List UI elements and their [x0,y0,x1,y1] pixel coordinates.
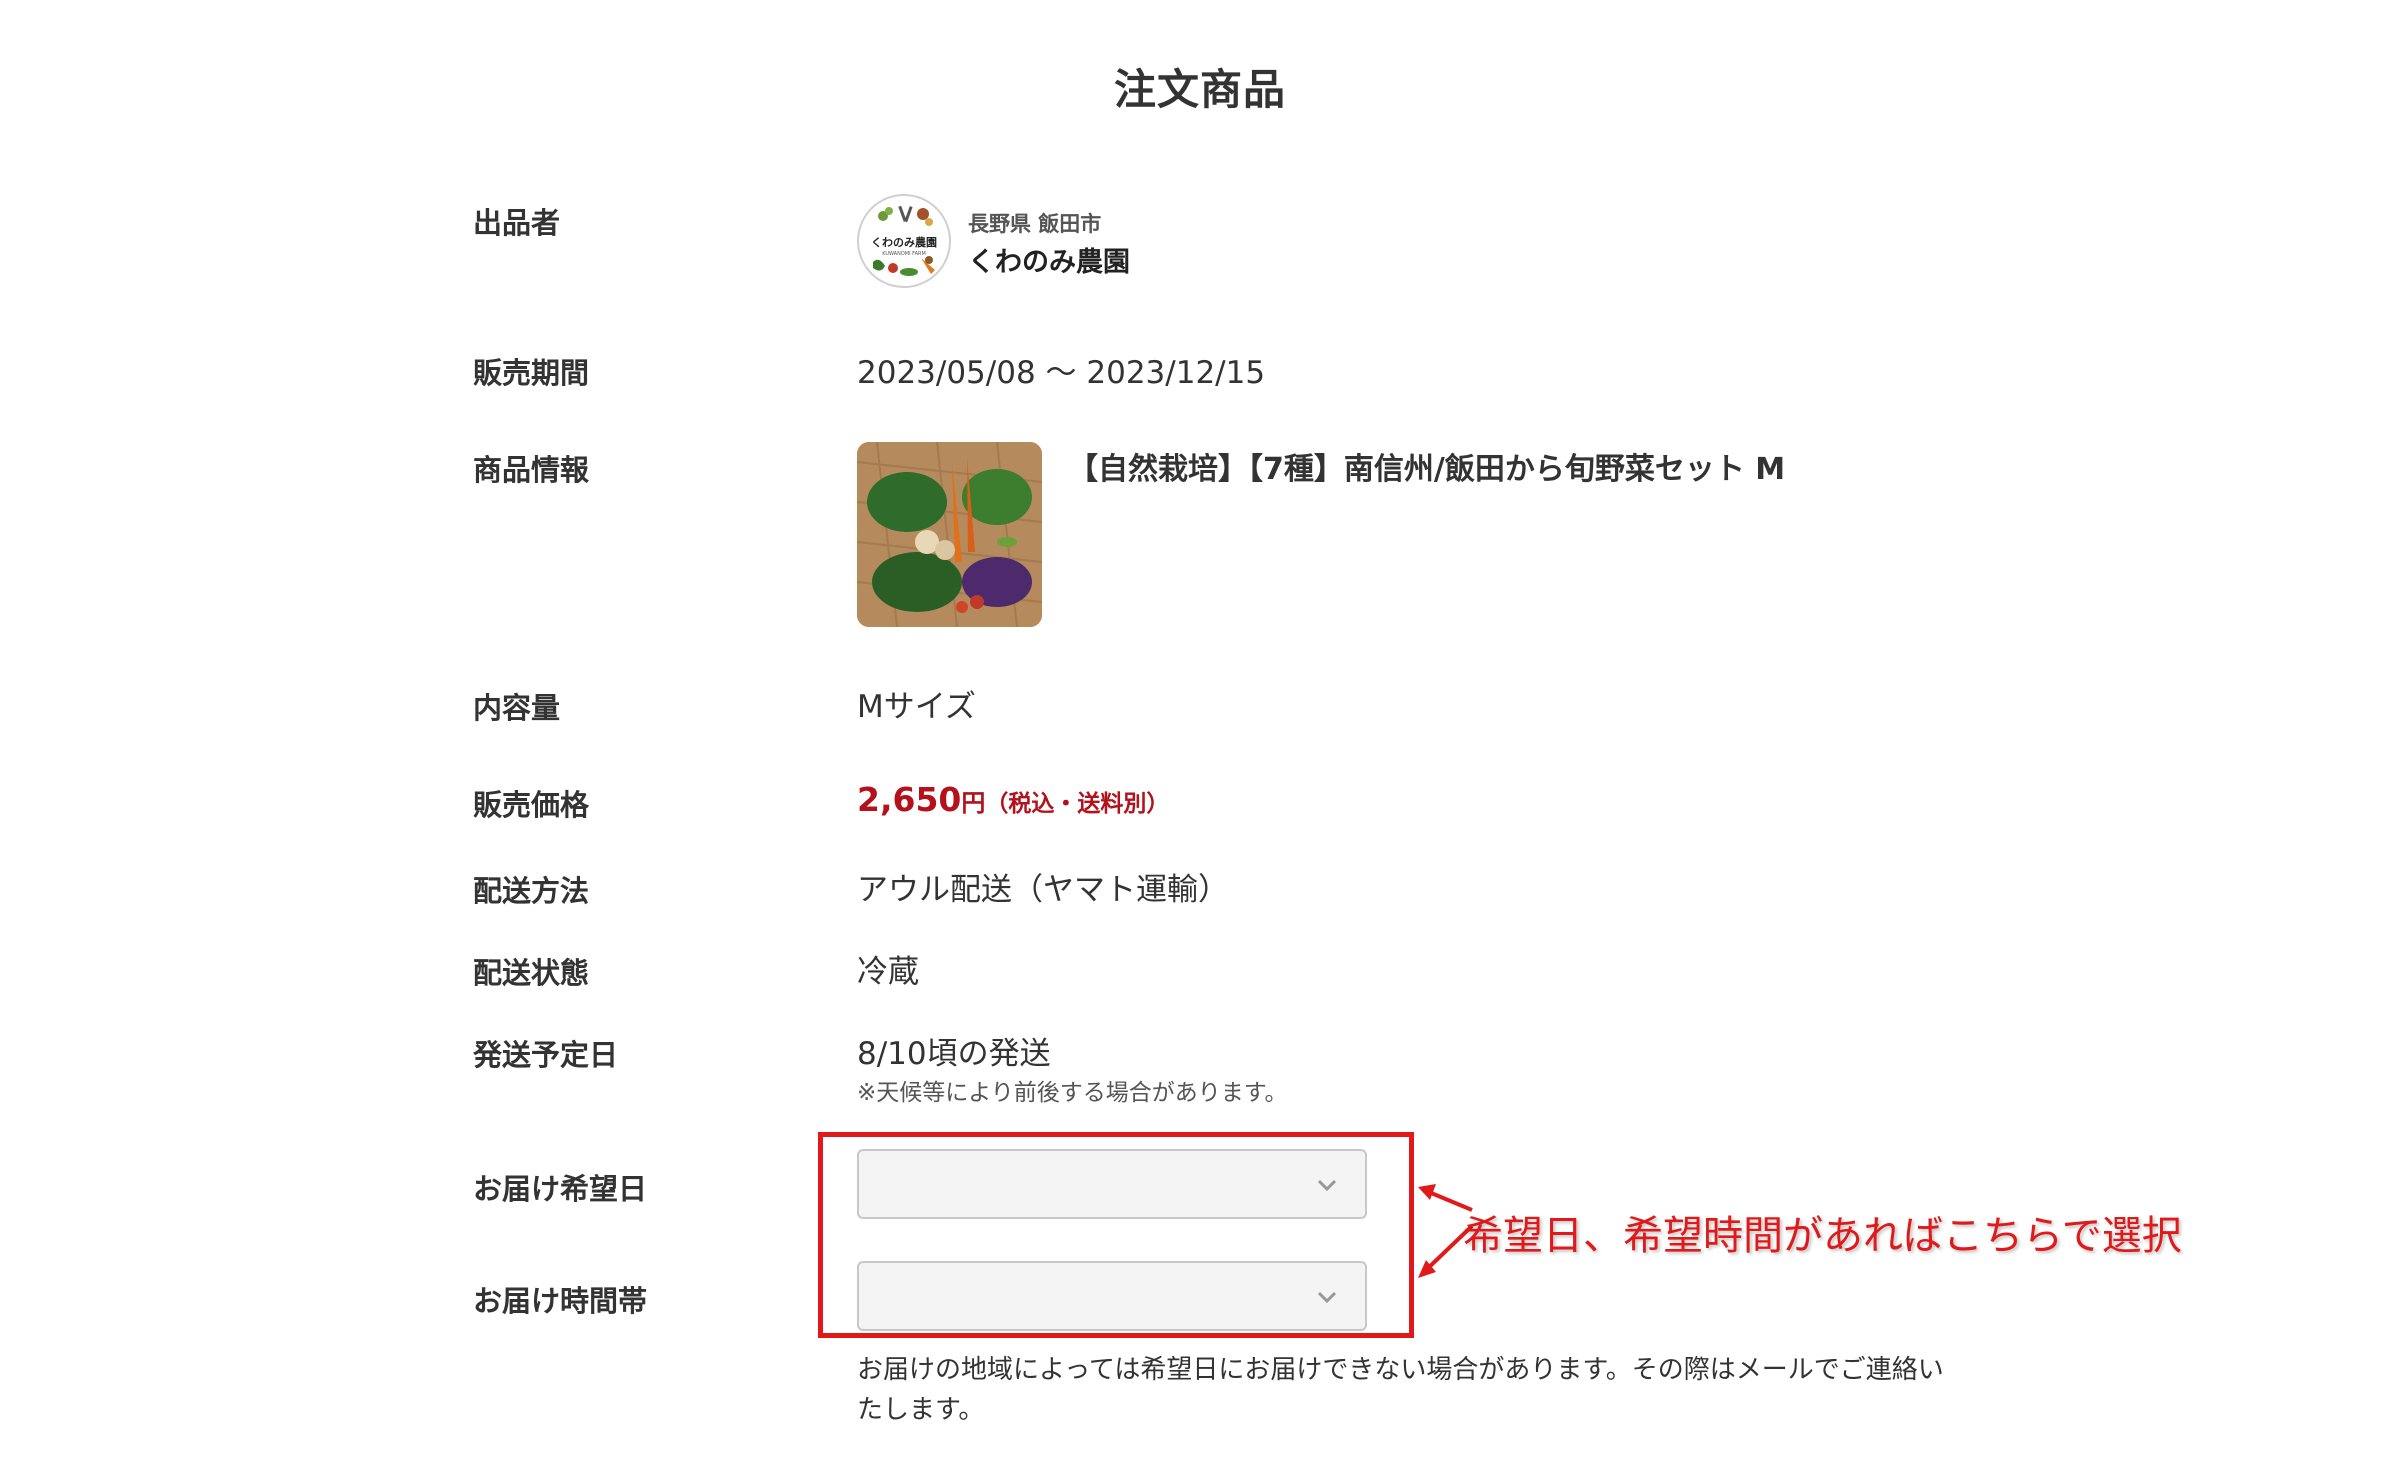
seller-region: 長野県 飯田市 [968,212,1102,236]
delivery-footnote: お届けの地域によっては希望日にお届けできない場合があります。その際はメールでご連… [857,1355,1944,1425]
quantity-value: Mサイズ [857,689,976,725]
product-info-label: 商品情報 [473,453,590,487]
price-tax-note: （税込・送料別） [985,791,1170,817]
price-amount: 2,650 [857,780,962,819]
quantity-label: 内容量 [473,691,561,725]
page-title: 注文商品 [1113,65,1286,114]
product-image[interactable] [857,442,1042,627]
price-label: 販売価格 [473,788,590,822]
delivery-time-label: お届け時間帯 [473,1284,648,1318]
farm-logo-graphic: くわのみ農園 KUWANOMI FARM [860,197,948,285]
price-unit: 円 [961,789,986,817]
price-value: 2,650円（税込・送料別） [857,780,1169,819]
ship-date-label: 発送予定日 [473,1038,619,1072]
shipping-state-value: 冷蔵 [857,954,919,990]
shipping-method-label: 配送方法 [473,874,590,908]
sale-period-label: 販売期間 [473,356,590,390]
logo-subtext: KUWANOMI FARM [882,251,926,257]
delivery-date-label: お届け希望日 [473,1172,648,1206]
seller-label: 出品者 [473,206,561,240]
farm-logo-icon[interactable]: くわのみ農園 KUWANOMI FARM [857,194,951,288]
sale-period-value: 2023/05/08 〜 2023/12/15 [857,355,1266,391]
highlight-box [818,1132,1414,1338]
logo-text: くわのみ農園 [871,235,937,249]
shipping-method-value: アウル配送（ヤマト運輸） [857,872,1229,908]
vegetables-image [857,442,1042,627]
product-name[interactable]: 【自然栽培】【7種】南信州/飯田から旬野菜セット M [1068,444,1785,488]
ship-date-value: 8/10頃の発送 [857,1036,1051,1072]
annotation-text: 希望日、希望時間があればこちらで選択 [1463,1213,2182,1259]
ship-date-note: ※天候等により前後する場合があります。 [857,1080,1288,1106]
shipping-state-label: 配送状態 [473,956,590,990]
seller-name[interactable]: くわのみ農園 [968,240,1130,279]
